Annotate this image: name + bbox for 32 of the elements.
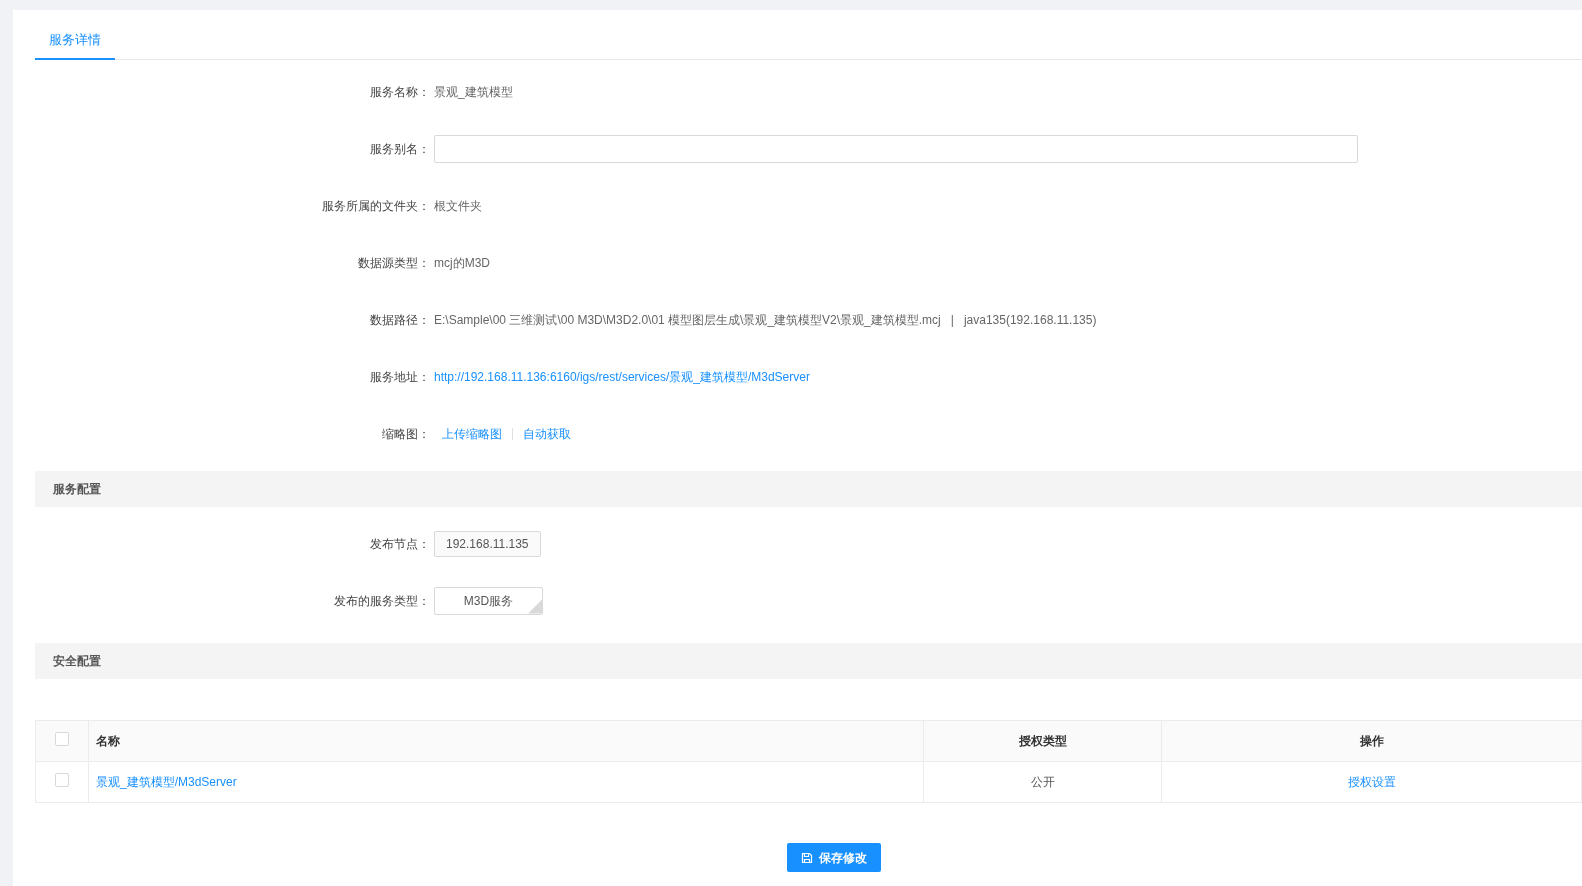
field-label: 数据源类型： (357, 254, 430, 272)
alias-input-field[interactable] (434, 134, 1358, 163)
checkbox[interactable] (55, 772, 69, 787)
node-field: 192.168.11.135 (434, 530, 541, 557)
field-value: mcj的M3D (434, 254, 490, 272)
field-label: 服务别名： (369, 140, 430, 158)
field-value: 景观_建筑模型 (434, 83, 513, 101)
field-label: 服务所属的文件夹： (321, 197, 430, 215)
field-label: 服务地址： (369, 368, 430, 386)
section-title: 安全配置 (53, 653, 101, 670)
tab[interactable]: 服务详情 (35, 22, 115, 60)
column-header: 操作 (1161, 720, 1582, 762)
thumbnail-link[interactable]: 自动获取 (523, 424, 571, 443)
service-type-selector[interactable]: M3D服务 (434, 586, 543, 615)
table-cell: 公开 (923, 761, 1162, 803)
column-header: 授权类型 (923, 720, 1162, 762)
field-label: 发布节点： (369, 535, 430, 553)
service-url-link[interactable]: http://192.168.11.136:6160/igs/rest/services/景观_建筑模型/M3dServer (434, 367, 810, 386)
field-label: 发布的服务类型： (333, 592, 430, 610)
thumbnail-link[interactable]: 上传缩略图 (442, 424, 502, 443)
field-label: 服务名称： (369, 83, 430, 101)
save-icon (800, 851, 813, 864)
checkbox[interactable] (55, 731, 69, 746)
section-title: 服务配置 (53, 481, 101, 498)
column-header: 名称 (88, 720, 924, 762)
field-label: 数据路径： (369, 311, 430, 329)
auth-settings-link[interactable]: 授权设置 (1347, 775, 1396, 789)
field-value: 根文件夹 (434, 197, 482, 215)
save-button[interactable]: 保存修改 (786, 843, 881, 872)
service-name-link[interactable]: 景观_建筑模型/M3dServer (96, 775, 237, 789)
field-value: E:\Sample\00 三维测试\00 M3D\M3D2.0\01 模型图层生成\景观_建筑模型V2\景观_建筑模型.mcj | java135(192.168.11.135) (434, 311, 1097, 329)
field-label: 缩略图： (381, 425, 430, 443)
